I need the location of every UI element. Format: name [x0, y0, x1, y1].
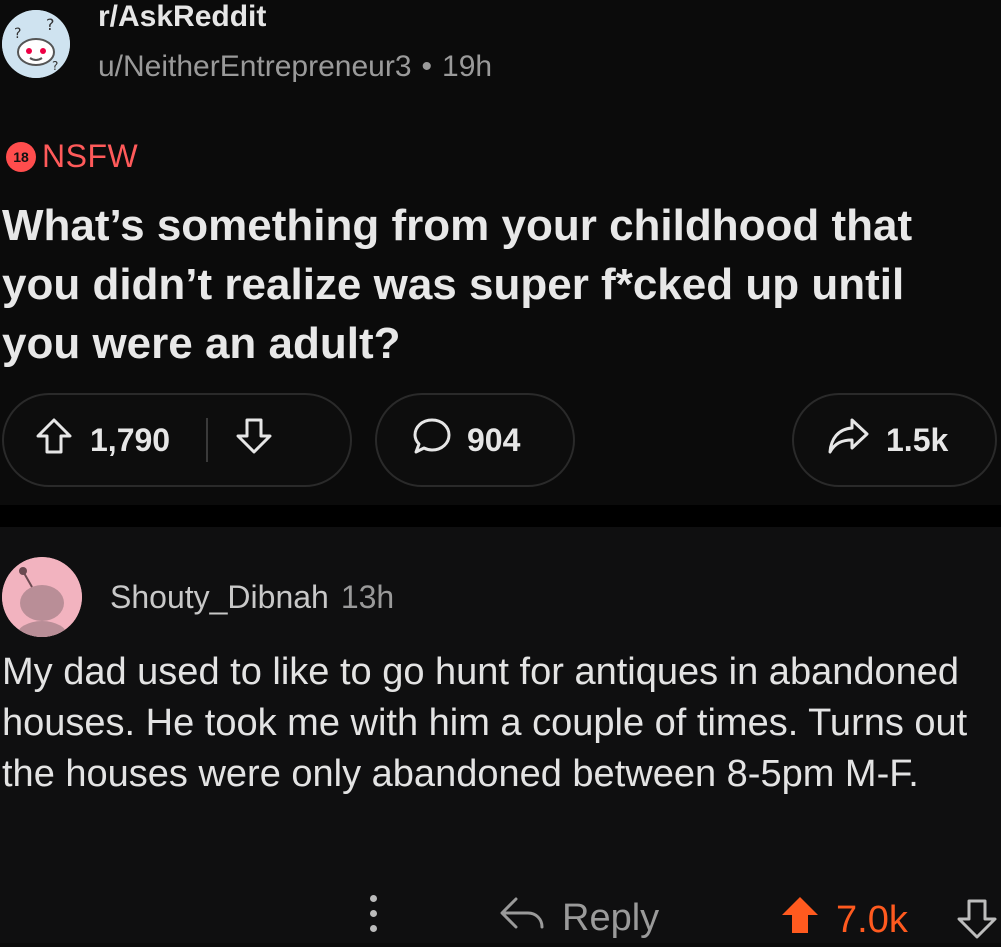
vote-bar: 1,790	[2, 393, 352, 487]
post-score: 1,790	[90, 421, 171, 458]
share-button[interactable]: 1.5k	[792, 393, 997, 487]
comments-button[interactable]: 904	[375, 393, 575, 487]
svg-text:?: ?	[14, 26, 21, 42]
svg-text:?: ?	[52, 59, 58, 73]
meta-separator: •	[421, 50, 433, 83]
comment-body: My dad used to like to go hunt for antiq…	[2, 651, 968, 795]
comment-card: Shouty_Dibnah 13h My dad used to like to …	[0, 527, 1001, 943]
post-title[interactable]: What’s something from your childhood tha…	[2, 196, 992, 373]
svg-text:?: ?	[46, 15, 55, 34]
post-meta: u/NeitherEntrepreneur3 • 19h	[98, 50, 492, 84]
comment-age: 13h	[340, 579, 395, 615]
nsfw-tag: 18 NSFW	[6, 138, 138, 175]
nsfw-18-icon: 18	[6, 141, 36, 172]
comment-count: 904	[467, 421, 521, 458]
post-author[interactable]: u/NeitherEntrepreneur3	[98, 50, 412, 83]
vote-divider	[206, 418, 209, 462]
upvote-arrow-icon[interactable]	[34, 416, 74, 464]
comment-author[interactable]: Shouty_Dibnah	[110, 579, 329, 615]
commenter-avatar-icon[interactable]	[2, 557, 82, 637]
reply-button[interactable]: Reply	[498, 893, 659, 943]
reply-arrow-icon	[498, 893, 546, 943]
post-card: ? ? ? r/AskReddit u/NeitherEntrepreneur3…	[0, 0, 1001, 510]
subreddit-avatar-icon[interactable]: ? ? ?	[2, 10, 70, 78]
speech-bubble-icon	[411, 415, 453, 465]
share-count: 1.5k	[886, 421, 949, 458]
upvote-filled-icon[interactable]	[778, 893, 822, 947]
downvote-arrow-icon[interactable]	[234, 416, 274, 464]
nsfw-label: NSFW	[42, 138, 139, 174]
comment-header: Shouty_Dibnah 13h	[110, 579, 394, 616]
post-age: 19h	[442, 50, 493, 83]
comment-actions: Reply 7.0k	[0, 887, 1001, 943]
subreddit-name[interactable]: r/AskReddit	[98, 0, 266, 34]
comment-vote: 7.0k	[778, 893, 908, 947]
reply-label: Reply	[562, 896, 660, 939]
comment-score: 7.0k	[836, 898, 908, 941]
more-options-icon[interactable]	[365, 891, 381, 941]
share-arrow-icon	[826, 416, 870, 464]
downvote-arrow-icon[interactable]	[955, 897, 999, 946]
section-divider	[0, 505, 1001, 527]
